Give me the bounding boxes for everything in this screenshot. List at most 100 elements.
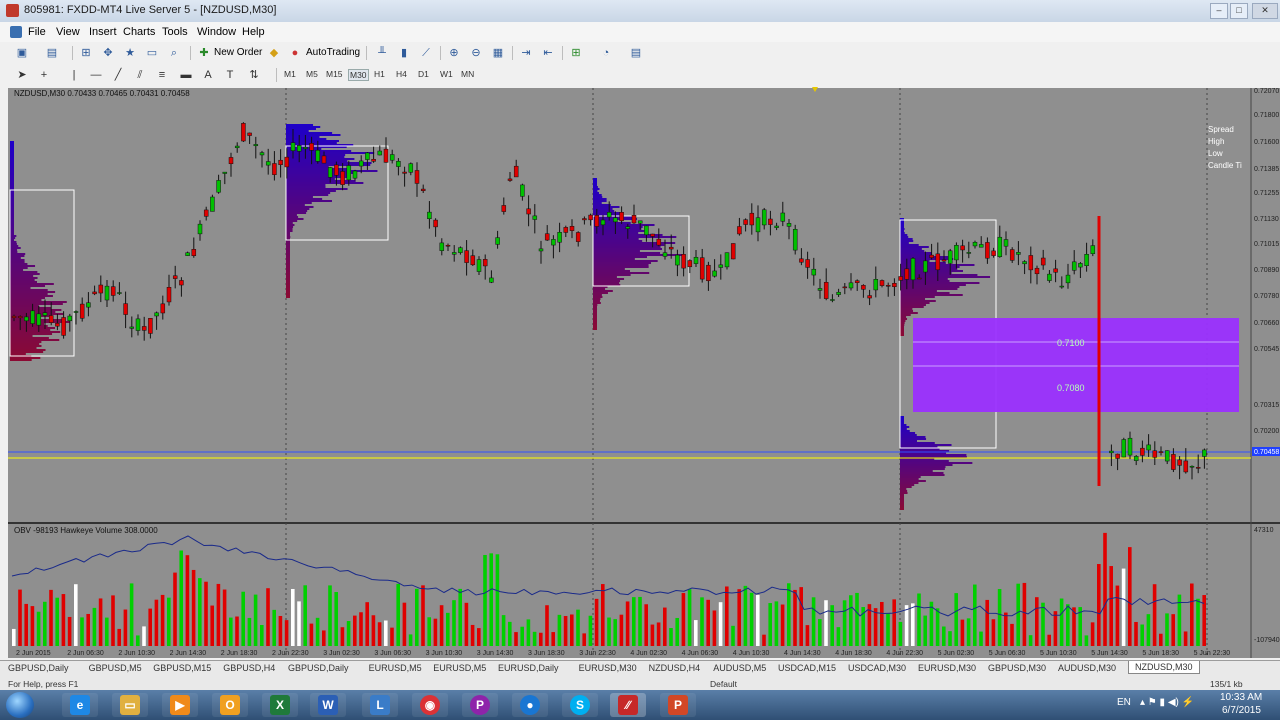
chart-tab[interactable]: EURUSD,M30 <box>918 663 976 673</box>
indicators-icon[interactable]: ⊞ <box>568 46 584 60</box>
horizontal-line-icon[interactable]: — <box>88 68 104 82</box>
taskbar-app[interactable]: L <box>362 693 398 717</box>
rectangle-icon[interactable]: ▬ <box>178 68 194 82</box>
taskbar-explorer[interactable]: ▭ <box>112 693 148 717</box>
chart-tab[interactable]: AUDUSD,M30 <box>1058 663 1116 673</box>
start-button[interactable] <box>6 692 34 718</box>
taskbar-word[interactable]: W <box>310 693 346 717</box>
autotrading-icon[interactable]: ● <box>287 46 303 60</box>
volume-bar <box>272 609 276 646</box>
periods-icon[interactable]: ◔ <box>598 46 614 60</box>
auto-scroll-icon[interactable]: ⇥ <box>518 46 534 60</box>
candle-body <box>476 259 482 272</box>
taskbar-chrome[interactable]: ◉ <box>412 693 448 717</box>
profile-bar <box>10 169 14 171</box>
chart-tab[interactable]: EURUSD,M5 <box>369 663 422 673</box>
timeframe-d1[interactable]: D1 <box>418 69 429 79</box>
minimize-button[interactable]: – <box>1210 3 1228 19</box>
timeframe-m30[interactable]: M30 <box>348 69 369 81</box>
tile-windows-icon[interactable]: ▦ <box>490 46 506 60</box>
data-window-icon[interactable]: ✥ <box>100 46 116 60</box>
chart-tab[interactable]: GBPUSD,M15 <box>153 663 211 673</box>
chart-tab[interactable]: EURUSD,M5 <box>433 663 486 673</box>
tray-time[interactable]: 10:33 AM <box>1220 692 1262 703</box>
chart-tab[interactable]: EURUSD,Daily <box>498 663 559 673</box>
profile-bar <box>593 300 600 302</box>
chart-window-icon[interactable] <box>10 26 22 38</box>
chart-tab[interactable]: GBPUSD,Daily <box>8 663 69 673</box>
close-button[interactable]: ✕ <box>1252 3 1278 19</box>
profile-bar <box>900 316 907 318</box>
new-chart-icon[interactable]: ▣ <box>14 46 30 60</box>
profile-bar <box>286 192 331 194</box>
taskbar-outlook[interactable]: O <box>212 693 248 717</box>
text-label-icon[interactable]: T <box>222 68 238 82</box>
tray-icons[interactable]: ▴ ⚑ ▮ ◀) ⚡ <box>1140 697 1194 708</box>
text-icon[interactable]: A <box>200 68 216 82</box>
templates-icon[interactable]: ▤ <box>628 46 644 60</box>
chart-tab[interactable]: GBPUSD,M5 <box>89 663 142 673</box>
profiles-icon[interactable]: ▤ <box>44 46 60 60</box>
taskbar-excel[interactable]: X <box>262 693 298 717</box>
timeframe-m1[interactable]: M1 <box>284 69 296 79</box>
maximize-button[interactable]: □ <box>1230 3 1248 19</box>
line-chart-icon[interactable]: ⟋ <box>418 46 434 60</box>
taskbar-ie[interactable]: e <box>62 693 98 717</box>
tray-date[interactable]: 6/7/2015 <box>1222 705 1261 716</box>
timeframe-mn[interactable]: MN <box>461 69 474 79</box>
menu-view[interactable]: View <box>56 26 80 38</box>
market-watch-icon[interactable]: ⊞ <box>78 46 94 60</box>
menu-file[interactable]: File <box>28 26 46 38</box>
timeframe-m5[interactable]: M5 <box>306 69 318 79</box>
taskbar-camera[interactable]: ● <box>512 693 548 717</box>
chart-tab[interactable]: GBPUSD,M30 <box>988 663 1046 673</box>
taskbar-skype[interactable]: S <box>562 693 598 717</box>
bar-chart-icon[interactable]: ╨ <box>374 46 390 60</box>
menu-insert[interactable]: Insert <box>89 26 117 38</box>
candlestick-chart-icon[interactable]: ▮ <box>396 46 412 60</box>
cursor-icon[interactable]: ➤ <box>14 68 30 82</box>
terminal-icon[interactable]: ▭ <box>144 46 160 60</box>
zoom-out-icon[interactable]: ⊖ <box>468 46 484 60</box>
equidistant-channel-icon[interactable]: ⫽ <box>132 68 148 82</box>
vertical-line-icon[interactable]: | <box>66 68 82 82</box>
window-title: 805981: FXDD-MT4 Live Server 5 - [NZDUSD… <box>24 4 277 16</box>
new-order-button[interactable]: New Order <box>214 47 262 58</box>
menu-help[interactable]: Help <box>242 26 265 38</box>
trendline-icon[interactable]: ╱ <box>110 68 126 82</box>
metaeditor-icon[interactable]: ◆ <box>266 46 282 60</box>
chart-tab[interactable]: GBPUSD,Daily <box>288 663 349 673</box>
menu-charts[interactable]: Charts <box>123 26 155 38</box>
menu-window[interactable]: Window <box>197 26 236 38</box>
chart-area[interactable]: 0.7100 0.7080 NZDUSD,M30 0.70433 0.70465… <box>0 86 1280 660</box>
chart-tab[interactable]: USDCAD,M30 <box>848 663 906 673</box>
chart-tab[interactable]: EURUSD,M30 <box>579 663 637 673</box>
timeframe-m15[interactable]: M15 <box>326 69 343 79</box>
navigator-icon[interactable]: ★ <box>122 46 138 60</box>
taskbar-powerpoint[interactable]: P <box>660 693 696 717</box>
crosshair-icon[interactable]: + <box>36 68 52 82</box>
timeframe-h1[interactable]: H1 <box>374 69 385 79</box>
chart-tab[interactable]: GBPUSD,H4 <box>223 663 275 673</box>
chart-tab[interactable]: NZDUSD,H4 <box>649 663 701 673</box>
new-order-icon[interactable]: ✚ <box>196 46 212 60</box>
fibonacci-icon[interactable]: ≡ <box>154 68 170 82</box>
chart-tab[interactable]: USDCAD,M15 <box>778 663 836 673</box>
candle-body <box>110 286 116 296</box>
taskbar-media[interactable]: ▶ <box>162 693 198 717</box>
tray-language[interactable]: EN <box>1117 697 1131 708</box>
timeframe-h4[interactable]: H4 <box>396 69 407 79</box>
menu-tools[interactable]: Tools <box>162 26 188 38</box>
taskbar-mt4[interactable]: ∕∕ <box>610 693 646 717</box>
chart-tab[interactable]: NZDUSD,M30 <box>1128 661 1200 674</box>
strategy-tester-icon[interactable]: ⌕ <box>166 46 182 60</box>
profile-bar <box>593 226 643 228</box>
zoom-in-icon[interactable]: ⊕ <box>446 46 462 60</box>
taskbar-p[interactable]: P <box>462 693 498 717</box>
chart-shift-icon[interactable]: ⇤ <box>540 46 556 60</box>
timeframe-w1[interactable]: W1 <box>440 69 453 79</box>
arrows-icon[interactable]: ⇅ <box>246 68 262 82</box>
chart-tab[interactable]: AUDUSD,M5 <box>713 663 766 673</box>
profile-bar <box>10 257 21 259</box>
autotrading-button[interactable]: AutoTrading <box>306 47 360 58</box>
